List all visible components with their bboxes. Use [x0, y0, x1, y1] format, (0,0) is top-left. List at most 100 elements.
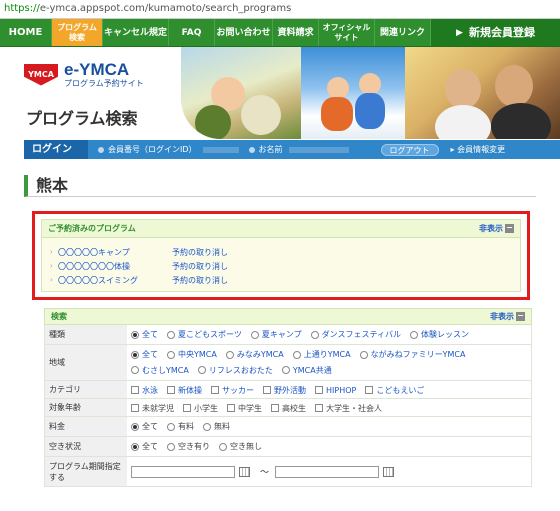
- reserved-hide-toggle[interactable]: 非表示 −: [479, 223, 514, 234]
- reserved-program-link[interactable]: 〇〇〇〇〇〇〇体操: [58, 261, 172, 272]
- vacancy-option-available[interactable]: 空き有り: [167, 440, 210, 454]
- bullet-icon: ›: [50, 276, 53, 284]
- header-photo-ski: [301, 47, 405, 139]
- nav-cancel-rules[interactable]: キャンセル規定: [103, 19, 169, 46]
- nav-home[interactable]: HOME: [0, 19, 52, 46]
- calendar-icon[interactable]: [383, 466, 395, 477]
- nav-program-search-line2: 検索: [69, 32, 85, 42]
- genre-option-outdoor[interactable]: 野外活動: [263, 383, 306, 397]
- member-info-change-link[interactable]: ▸ 会員情報変更: [451, 144, 506, 155]
- radio-selected-icon: [131, 442, 139, 451]
- nav-join-label: 新規会員登録: [468, 25, 535, 39]
- logo-subtitle: プログラム予約サイト: [64, 79, 144, 88]
- cancel-reservation-link[interactable]: 予約の取り消し: [172, 261, 228, 272]
- age-option-preschool[interactable]: 未就学児: [131, 401, 174, 415]
- masked-member-name: [288, 146, 349, 153]
- radio-icon: [225, 350, 234, 359]
- fee-option-free[interactable]: 無料: [203, 420, 230, 434]
- ymca-logo-icon: YMCA: [24, 63, 58, 86]
- member-id-field: 会員番号（ログインID）: [98, 144, 239, 155]
- member-info-change-label: 会員情報変更: [457, 145, 506, 154]
- radio-icon: [310, 330, 319, 339]
- fee-label: 料金: [45, 417, 127, 436]
- area-option-refresh[interactable]: リフレスおおたた: [197, 363, 273, 377]
- category-option-kids-sports[interactable]: 夏こどもスポーツ: [167, 328, 242, 342]
- radio-icon: [281, 366, 290, 375]
- checkbox-icon: [271, 404, 279, 412]
- period-row: プログラム期間指定する 〜: [44, 457, 532, 487]
- genre-option-soccer[interactable]: サッカー: [211, 383, 254, 397]
- radio-icon: [131, 366, 139, 375]
- genre-option-english[interactable]: こどもえいご: [365, 383, 424, 397]
- radio-icon: [203, 422, 211, 431]
- search-title: 検索: [51, 312, 67, 321]
- vacancy-option-all[interactable]: 全て: [131, 440, 158, 454]
- radio-icon: [197, 366, 206, 375]
- checkbox-icon: [167, 386, 175, 394]
- radio-icon: [167, 422, 175, 431]
- category-option-dance[interactable]: ダンスフェスティバル: [310, 328, 401, 342]
- category-option-trial[interactable]: 体験レッスン: [409, 328, 469, 342]
- cancel-reservation-link[interactable]: 予約の取り消し: [172, 247, 228, 258]
- age-option-high-school[interactable]: 高校生: [271, 401, 306, 415]
- search-hide-toggle[interactable]: 非表示 −: [490, 311, 525, 322]
- genre-option-gymnastics[interactable]: 新体操: [167, 383, 202, 397]
- reserved-item: › 〇〇〇〇〇スイミング 予約の取り消し: [50, 273, 512, 287]
- age-option-adult[interactable]: 大学生・社会人: [315, 401, 382, 415]
- cancel-reservation-link[interactable]: 予約の取り消し: [172, 275, 228, 286]
- area-option-minami[interactable]: みなみYMCA: [225, 348, 284, 362]
- reserved-programs-panel: ご予約済みのプログラム 非表示 − › 〇〇〇〇〇キャンプ 予約の取り消し › 〇…: [41, 219, 521, 292]
- nav-brochure[interactable]: 資料請求: [273, 19, 319, 46]
- category-option-camp[interactable]: 夏キャンプ: [250, 328, 302, 342]
- calendar-icon[interactable]: [239, 466, 250, 477]
- logout-button[interactable]: ログアウト: [380, 143, 439, 156]
- nav-program-search[interactable]: プログラム 検索: [52, 19, 103, 46]
- address-bar[interactable]: https://e-ymca.appspot.com/kumamoto/sear…: [0, 0, 560, 19]
- region-title: 熊本: [24, 175, 536, 197]
- nav-official-line1: オフィシャル: [322, 22, 371, 32]
- reserved-item: › 〇〇〇〇〇〇〇体操 予約の取り消し: [50, 259, 512, 273]
- nav-faq[interactable]: FAQ: [169, 19, 215, 46]
- nav-contact[interactable]: お問い合わせ: [215, 19, 273, 46]
- period-start-input[interactable]: [131, 465, 235, 478]
- area-option-common[interactable]: YMCA共通: [281, 363, 332, 377]
- bullet-icon: [248, 146, 255, 153]
- area-option-kamitori[interactable]: 上通りYMCA: [292, 348, 351, 362]
- nav-links[interactable]: 関連リンク: [375, 19, 431, 46]
- area-option-central[interactable]: 中央YMCA: [167, 348, 217, 362]
- genre-option-swimming[interactable]: 水泳: [131, 383, 158, 397]
- vacancy-option-full[interactable]: 空き無し: [219, 440, 262, 454]
- fee-option-all[interactable]: 全て: [131, 420, 158, 434]
- bullet-icon: ›: [50, 248, 53, 256]
- masked-member-id: [202, 146, 239, 153]
- period-end-input[interactable]: [275, 465, 380, 478]
- reserved-program-link[interactable]: 〇〇〇〇〇スイミング: [58, 275, 172, 286]
- age-option-elementary[interactable]: 小学生: [183, 401, 218, 415]
- fee-row: 料金 全て 有料 無料: [44, 417, 532, 437]
- checkbox-icon: [365, 386, 374, 394]
- age-option-junior-high[interactable]: 中学生: [227, 401, 262, 415]
- radio-icon: [167, 350, 175, 359]
- nav-official-site[interactable]: オフィシャル サイト: [319, 19, 375, 46]
- arrow-right-icon: ▶: [456, 27, 463, 38]
- page-title: プログラム検索: [26, 109, 138, 128]
- reserved-program-link[interactable]: 〇〇〇〇〇キャンプ: [58, 247, 172, 258]
- area-label: 地域: [45, 345, 127, 380]
- area-option-all[interactable]: 全て: [131, 348, 158, 362]
- reserved-programs-title: ご予約済みのプログラム: [48, 224, 136, 233]
- site-logo[interactable]: YMCA e-YMCA プログラム予約サイト: [24, 61, 144, 88]
- checkbox-icon: [131, 386, 139, 394]
- category-option-all[interactable]: 全て: [131, 328, 158, 342]
- area-option-nagamine[interactable]: ながみねファミリーYMCA: [359, 348, 465, 362]
- area-option-musashi[interactable]: むさしYMCA: [131, 363, 189, 377]
- checkbox-icon: [211, 386, 219, 394]
- nav-official-line2: サイト: [334, 32, 359, 42]
- vacancy-label: 空き状況: [45, 437, 127, 456]
- fee-option-paid[interactable]: 有料: [167, 420, 194, 434]
- radio-selected-icon: [131, 350, 139, 359]
- logo-title: e-YMCA: [64, 60, 130, 79]
- login-status-bar: ログイン中 会員番号（ログインID） お名前 ログアウト ▸ 会員情報変更: [24, 140, 560, 174]
- member-name-field: お名前: [248, 144, 349, 155]
- nav-join[interactable]: ▶ 新規会員登録: [431, 19, 560, 46]
- genre-option-hiphop[interactable]: HIPHOP: [315, 383, 356, 397]
